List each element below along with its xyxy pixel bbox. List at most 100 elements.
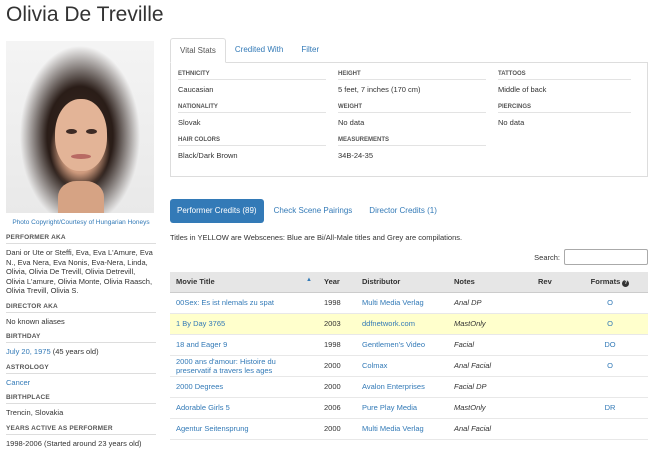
credits-table: Movie Title ▲ Year Distributor Notes Rev … <box>170 272 648 440</box>
bio-label: Performer AKA <box>6 234 156 244</box>
cell-title[interactable]: 18 and Eager 9 <box>170 334 318 356</box>
question-circle-icon[interactable]: ? <box>622 279 630 287</box>
cell-rev <box>532 313 572 335</box>
stat-label: Weight <box>338 104 486 113</box>
cell-distributor[interactable]: Colmax <box>356 355 448 377</box>
cell-distributor[interactable]: Gentlemen's Video <box>356 334 448 356</box>
stat-label: Height <box>338 71 486 80</box>
col-movie-title[interactable]: Movie Title ▲ <box>170 272 318 293</box>
cell-formats[interactable]: DO <box>572 334 648 356</box>
table-row[interactable]: 18 and Eager 9 1998 Gentlemen's Video Facia… <box>170 334 648 356</box>
cell-formats[interactable] <box>572 376 648 398</box>
cell-distributor[interactable]: Multi Media Verlag <box>356 292 448 314</box>
bio-text: Trencin, Slovakia <box>6 408 64 417</box>
cell-formats[interactable]: DR <box>572 397 648 419</box>
cell-title[interactable]: 00Sex: Es ist nlemals zu spat <box>170 292 318 314</box>
bio-label: Birthday <box>6 333 156 343</box>
cell-title[interactable]: Agentur Seitensprung <box>170 418 318 440</box>
col-formats[interactable]: Formats ? <box>572 272 648 293</box>
cell-year: 2000 <box>318 418 356 440</box>
cell-title[interactable]: 1 By Day 3765 <box>170 313 318 335</box>
stat-value: Slovak <box>178 118 201 127</box>
table-row[interactable]: Agentur Seitensprung 2000 Multi Media Verl… <box>170 418 648 440</box>
sort-asc-icon: ▲ <box>306 277 312 284</box>
cell-formats[interactable] <box>572 418 648 440</box>
stat-column: Tattoos Middle of back Piercings No data <box>498 71 643 170</box>
pill-director-credits[interactable]: Director Credits (1) <box>362 199 444 223</box>
photo-neck <box>58 181 104 213</box>
table-row[interactable]: 1 By Day 3765 2003 ddfnetwork.com MastOnly O <box>170 313 648 335</box>
stat-value: Caucasian <box>178 85 214 94</box>
cell-formats[interactable]: O <box>572 313 648 335</box>
col-rev[interactable]: Rev <box>532 272 572 293</box>
cell-year: 1998 <box>318 292 356 314</box>
stat-label: Piercings <box>498 104 631 113</box>
cell-formats[interactable]: O <box>572 355 648 377</box>
search-row: Search: <box>170 248 648 266</box>
stat-column: Height 5 feet, 7 inches (170 cm) Weight No … <box>338 71 498 170</box>
photo-face <box>55 99 107 171</box>
cell-rev <box>532 418 572 440</box>
table-header-row: Movie Title ▲ Year Distributor Notes Rev … <box>170 272 648 293</box>
bio-text: 1998-2006 (Started around 23 years old) <box>6 438 142 448</box>
cell-title[interactable]: 2000 ans d'amour: Histoire du preservati… <box>170 355 318 377</box>
col-year[interactable]: Year <box>318 272 356 293</box>
table-row[interactable]: Adorable Girls 5 2006 Pure Play Media MastO… <box>170 397 648 419</box>
cell-formats[interactable]: O <box>572 292 648 314</box>
bio-label: Astrology <box>6 364 156 374</box>
color-legend-note: Titles in YELLOW are Webscenes: Blue are… <box>170 233 463 242</box>
cell-notes: Anal Facial <box>448 418 532 440</box>
stat-label: Hair Colors <box>178 137 326 146</box>
bio-sections: Performer AKA Dani or Ute or Steffi, Eva,… <box>6 234 156 448</box>
performer-photo <box>6 41 154 213</box>
pill-performer-credits[interactable]: Performer Credits (89) <box>170 199 264 223</box>
bio-text: No known aliases <box>6 316 65 326</box>
col-notes[interactable]: Notes <box>448 272 532 293</box>
cell-year: 1998 <box>318 334 356 356</box>
cell-notes: Facial <box>448 334 532 356</box>
bio-text: (45 years old) <box>50 347 99 356</box>
search-label: Search: <box>534 252 560 262</box>
table-row[interactable]: 2000 ans d'amour: Histoire du preservati… <box>170 355 648 377</box>
cell-year: 2003 <box>318 313 356 335</box>
bio-value: Cancer <box>6 378 156 388</box>
stat-value: No data <box>338 118 365 127</box>
cell-notes: Facial DP <box>448 376 532 398</box>
stat-label: Nationality <box>178 104 326 113</box>
photo-eye-right <box>86 129 97 134</box>
col-distributor[interactable]: Distributor <box>356 272 448 293</box>
stats-tabs: Vital Stats Credited With Filter <box>170 38 648 63</box>
cell-rev <box>532 397 572 419</box>
bio-link[interactable]: July 20, 1975 <box>6 347 51 356</box>
stat-label: Tattoos <box>498 71 631 80</box>
cell-distributor[interactable]: Multi Media Verlag <box>356 418 448 440</box>
bio-value: Dani or Ute or Steffi, Eva, Eva L'Amure,… <box>6 248 156 296</box>
stat-value: 5 feet, 7 inches (170 cm) <box>338 85 421 94</box>
pill-check-scene-pairings[interactable]: Check Scene Pairings <box>267 199 360 223</box>
photo-caption[interactable]: Photo Copyright/Courtesy of Hungarian Ho… <box>6 219 156 227</box>
cell-year: 2000 <box>318 355 356 377</box>
cell-notes: MastOnly <box>448 313 532 335</box>
main-content: Vital Stats Credited With Filter Ethnicity… <box>170 38 648 440</box>
tab-credited-with[interactable]: Credited With <box>226 38 292 62</box>
bio-value: July 20, 1975 (45 years old) <box>6 347 156 357</box>
tab-filter[interactable]: Filter <box>292 38 328 62</box>
bio-value: 1998-2006 (Started around 23 years old) <box>6 439 156 449</box>
bio-link[interactable]: Cancer <box>6 378 30 387</box>
photo-lips <box>71 154 91 159</box>
cell-notes: MastOnly <box>448 397 532 419</box>
bio-label: Birthplace <box>6 394 156 404</box>
search-input[interactable] <box>564 249 648 265</box>
bio-label: Years Active as Performer <box>6 425 156 435</box>
credit-pills: Performer Credits (89) Check Scene Pairin… <box>170 199 648 223</box>
cell-distributor[interactable]: Pure Play Media <box>356 397 448 419</box>
cell-distributor[interactable]: Avalon Enterprises <box>356 376 448 398</box>
table-row[interactable]: 00Sex: Es ist nlemals zu spat 1998 Multi M… <box>170 292 648 314</box>
cell-title[interactable]: 2000 Degrees <box>170 376 318 398</box>
stat-column: Ethnicity Caucasian Nationality Slovak Hair … <box>178 71 338 170</box>
cell-distributor[interactable]: ddfnetwork.com <box>356 313 448 335</box>
bio-label: Director AKA <box>6 303 156 313</box>
cell-title[interactable]: Adorable Girls 5 <box>170 397 318 419</box>
table-row[interactable]: 2000 Degrees 2000 Avalon Enterprises Facial… <box>170 376 648 398</box>
tab-vital-stats[interactable]: Vital Stats <box>170 38 226 63</box>
